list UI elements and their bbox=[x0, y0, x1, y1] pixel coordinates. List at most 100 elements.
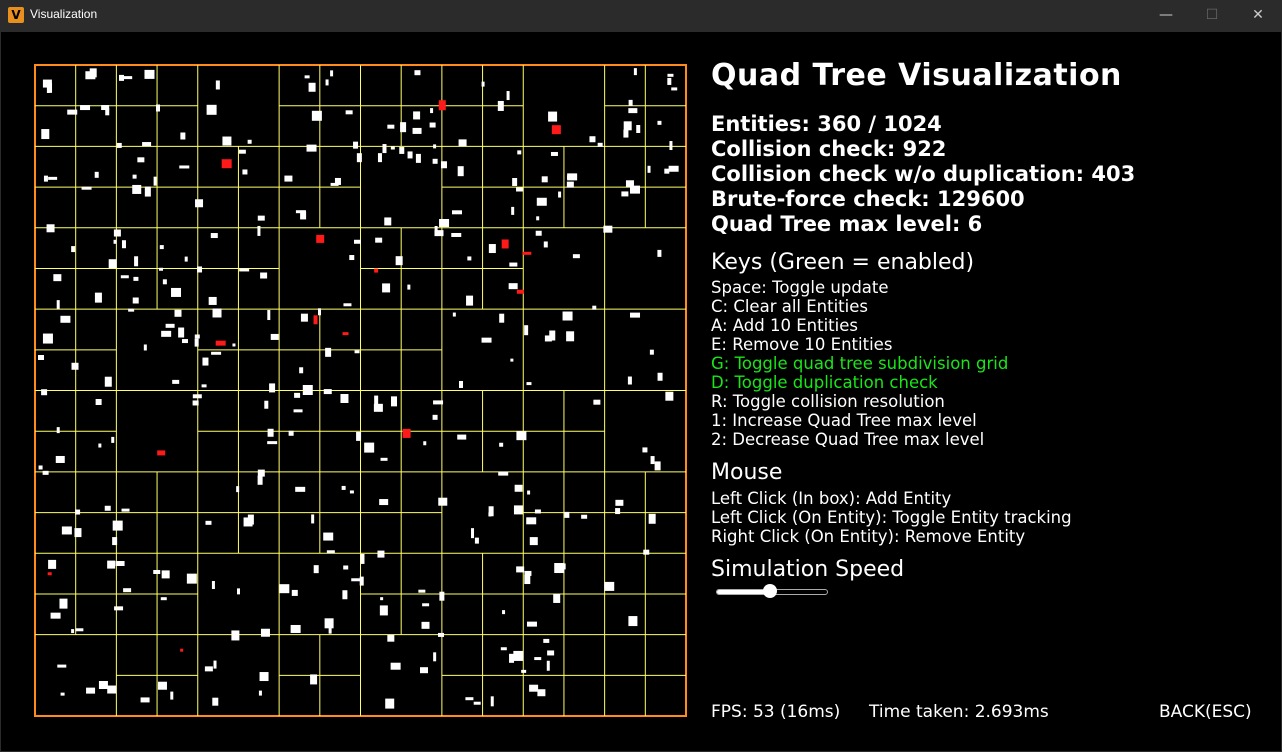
entity[interactable] bbox=[195, 199, 204, 208]
entity[interactable] bbox=[544, 335, 552, 342]
entity[interactable] bbox=[143, 344, 147, 351]
entity[interactable] bbox=[534, 509, 541, 514]
entity[interactable] bbox=[390, 146, 395, 150]
quad-tree-canvas[interactable] bbox=[34, 64, 687, 717]
minimize-button[interactable]: — bbox=[1143, 0, 1189, 31]
entity[interactable] bbox=[642, 447, 648, 453]
entity[interactable] bbox=[172, 379, 180, 384]
entity[interactable] bbox=[649, 349, 654, 355]
entity[interactable] bbox=[589, 136, 596, 143]
entity[interactable] bbox=[657, 249, 662, 257]
entity[interactable] bbox=[192, 394, 202, 399]
entity[interactable] bbox=[57, 664, 67, 668]
entity[interactable] bbox=[104, 505, 111, 511]
entity[interactable] bbox=[488, 244, 496, 254]
entity[interactable] bbox=[623, 121, 632, 131]
entity[interactable] bbox=[325, 79, 329, 86]
entity[interactable] bbox=[566, 181, 574, 188]
entity[interactable] bbox=[407, 151, 413, 159]
entity[interactable] bbox=[360, 553, 365, 564]
entity[interactable] bbox=[236, 486, 240, 493]
entity[interactable] bbox=[159, 245, 164, 250]
entity[interactable] bbox=[474, 537, 479, 544]
entity[interactable] bbox=[221, 159, 232, 169]
entity[interactable] bbox=[623, 129, 629, 138]
entity[interactable] bbox=[162, 279, 167, 285]
entity[interactable] bbox=[38, 465, 43, 470]
entity[interactable] bbox=[345, 110, 353, 115]
entity[interactable] bbox=[341, 485, 346, 490]
entity[interactable] bbox=[121, 240, 126, 249]
entity[interactable] bbox=[119, 74, 125, 81]
entity[interactable] bbox=[558, 191, 562, 198]
entity[interactable] bbox=[71, 629, 75, 634]
entity[interactable] bbox=[325, 347, 332, 357]
entity[interactable] bbox=[636, 125, 641, 134]
entity[interactable] bbox=[208, 296, 217, 305]
entity[interactable] bbox=[294, 392, 301, 398]
entity[interactable] bbox=[157, 681, 167, 690]
entity[interactable] bbox=[384, 217, 392, 226]
entity[interactable] bbox=[222, 136, 232, 146]
entity[interactable] bbox=[667, 73, 674, 77]
entity[interactable] bbox=[56, 427, 60, 434]
entity[interactable] bbox=[418, 589, 426, 593]
entity[interactable] bbox=[516, 187, 524, 192]
entity[interactable] bbox=[80, 105, 91, 111]
entity[interactable] bbox=[374, 268, 379, 273]
entity[interactable] bbox=[302, 384, 313, 395]
entity[interactable] bbox=[95, 399, 102, 406]
entity[interactable] bbox=[94, 171, 99, 178]
entity[interactable] bbox=[94, 292, 102, 303]
entity[interactable] bbox=[379, 605, 388, 616]
entity[interactable] bbox=[415, 153, 421, 163]
entity[interactable] bbox=[311, 514, 315, 524]
entity[interactable] bbox=[516, 289, 524, 294]
entity[interactable] bbox=[157, 450, 166, 456]
entity[interactable] bbox=[650, 456, 655, 465]
entity[interactable] bbox=[41, 389, 48, 396]
entity[interactable] bbox=[433, 400, 444, 405]
close-button[interactable]: ✕ bbox=[1235, 0, 1281, 31]
entity[interactable] bbox=[202, 357, 209, 366]
entity[interactable] bbox=[643, 549, 650, 555]
entity[interactable] bbox=[543, 638, 550, 643]
entity[interactable] bbox=[597, 142, 603, 147]
entity[interactable] bbox=[311, 110, 322, 121]
entity[interactable] bbox=[128, 308, 135, 312]
entity[interactable] bbox=[399, 146, 405, 154]
entity[interactable] bbox=[108, 259, 117, 269]
entity[interactable] bbox=[628, 108, 638, 114]
entity[interactable] bbox=[387, 124, 395, 129]
entity[interactable] bbox=[506, 91, 510, 101]
entity[interactable] bbox=[407, 284, 411, 290]
entity[interactable] bbox=[98, 443, 102, 448]
entity[interactable] bbox=[238, 149, 246, 154]
entity[interactable] bbox=[438, 100, 446, 111]
entity[interactable] bbox=[192, 400, 199, 406]
entity[interactable] bbox=[438, 497, 448, 506]
entity[interactable] bbox=[112, 537, 118, 546]
entity[interactable] bbox=[471, 528, 475, 539]
entity[interactable] bbox=[75, 509, 81, 515]
entity[interactable] bbox=[112, 520, 123, 531]
entity[interactable] bbox=[132, 174, 137, 179]
entity[interactable] bbox=[534, 657, 542, 661]
entity[interactable] bbox=[524, 325, 529, 336]
entity[interactable] bbox=[334, 177, 341, 185]
entity[interactable] bbox=[377, 550, 385, 558]
entity[interactable] bbox=[180, 132, 186, 140]
entity[interactable] bbox=[438, 632, 445, 637]
entity[interactable] bbox=[194, 334, 200, 339]
entity[interactable] bbox=[295, 486, 306, 492]
entity[interactable] bbox=[257, 225, 261, 236]
entity[interactable] bbox=[71, 246, 76, 253]
entity[interactable] bbox=[373, 403, 383, 412]
entity[interactable] bbox=[279, 584, 290, 594]
entity[interactable] bbox=[41, 129, 50, 140]
entity[interactable] bbox=[60, 315, 71, 323]
entity[interactable] bbox=[259, 672, 269, 682]
entity[interactable] bbox=[55, 455, 65, 463]
entity[interactable] bbox=[306, 144, 317, 152]
entity[interactable] bbox=[121, 508, 130, 512]
